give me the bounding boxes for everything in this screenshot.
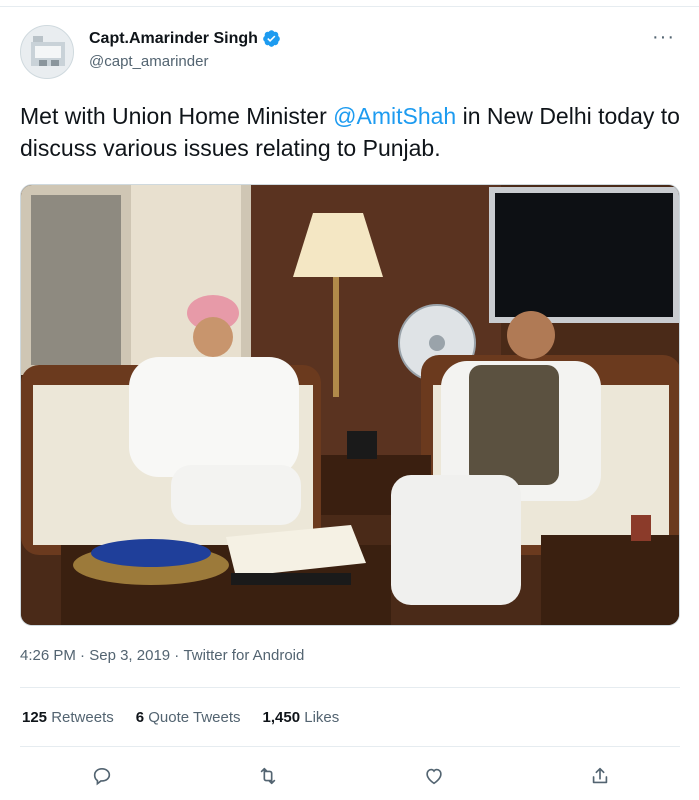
- author-name[interactable]: Capt.Amarinder Singh: [89, 29, 281, 48]
- meta-separator: ·: [170, 647, 184, 664]
- mention-link[interactable]: @AmitShah: [333, 103, 456, 129]
- avatar[interactable]: [20, 25, 74, 79]
- quote-tweets-count: 6: [135, 709, 145, 726]
- meta-separator: ·: [75, 647, 90, 664]
- tweet-source[interactable]: Twitter for Android: [183, 647, 304, 664]
- retweet-icon[interactable]: [254, 762, 282, 790]
- retweets-label: Retweets: [51, 709, 114, 726]
- tweet-actions: [0, 762, 699, 792]
- tweet-time[interactable]: 4:26 PM: [20, 647, 76, 664]
- quote-tweets-label: Quote Tweets: [148, 709, 241, 726]
- quote-tweets-stat[interactable]: 6 Quote Tweets: [136, 709, 241, 726]
- author-handle[interactable]: @capt_amarinder: [89, 53, 208, 70]
- tweet-text: Met with Union Home Minister @AmitShah i…: [20, 100, 680, 164]
- tweet-photo[interactable]: [20, 184, 680, 626]
- like-icon[interactable]: [420, 762, 448, 790]
- retweets-stat[interactable]: 125 Retweets: [22, 709, 114, 726]
- tweet-text-before: Met with Union Home Minister: [20, 103, 334, 129]
- verified-badge-icon: [262, 29, 281, 48]
- author-name-text: Capt.Amarinder Singh: [89, 29, 258, 47]
- avatar-image: [21, 26, 73, 78]
- tweet-meta: 4:26 PM · Sep 3, 2019 · Twitter for Andr…: [20, 647, 304, 664]
- top-divider: [0, 6, 699, 7]
- likes-stat[interactable]: 1,450 Likes: [263, 709, 340, 726]
- likes-label: Likes: [304, 709, 340, 726]
- reply-icon[interactable]: [88, 762, 116, 790]
- tweet-date[interactable]: Sep 3, 2019: [89, 647, 170, 664]
- retweets-count: 125: [22, 709, 48, 726]
- meeting-photo-illustration: [21, 185, 679, 625]
- more-options-icon[interactable]: ···: [652, 26, 675, 49]
- likes-count: 1,450: [262, 709, 301, 726]
- engagement-stats: 125 Retweets 6 Quote Tweets 1,450 Likes: [22, 709, 339, 726]
- share-icon[interactable]: [586, 762, 614, 790]
- divider: [20, 746, 680, 747]
- divider: [20, 687, 680, 688]
